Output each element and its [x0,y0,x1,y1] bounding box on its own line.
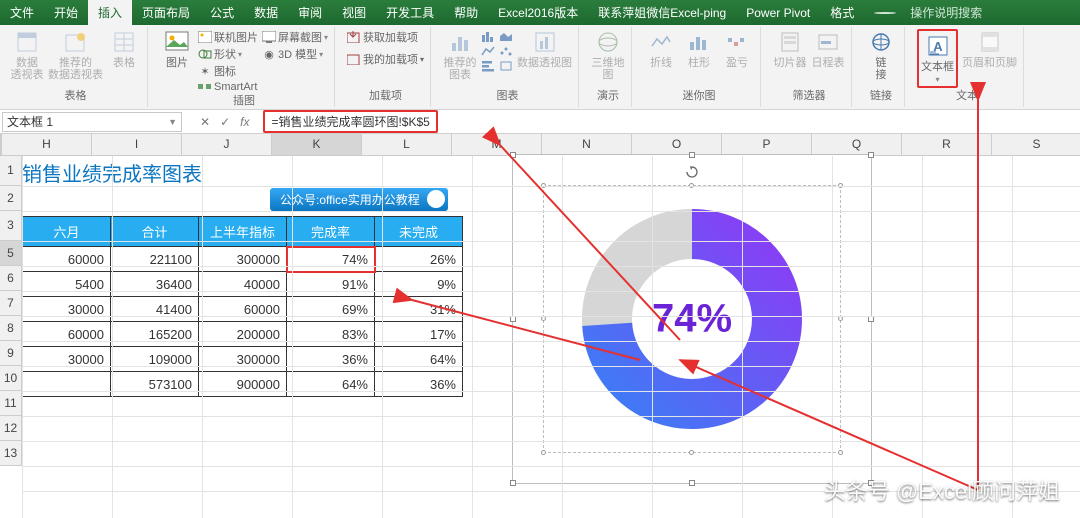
group-sparklines: 折线 柱形 盈亏 迷你图 [638,27,761,107]
chart-bar-button[interactable] [481,59,495,73]
chart-col-button[interactable] [481,29,495,43]
group-addins: 获取加载项 我的加载项▾ 加载项 [341,27,431,107]
row-8[interactable]: 8 [0,316,22,341]
col-N[interactable]: N [542,134,632,156]
row-2[interactable]: 2 [0,186,22,211]
chart-surface-button[interactable] [499,59,513,73]
group-filters: 切片器 日程表 筛选器 [767,27,852,107]
menu-file[interactable]: 文件 [0,0,44,25]
col-L[interactable]: L [362,134,452,156]
link-button[interactable]: 链接 [864,29,898,81]
group-illustrations: 图片 联机图片 形状▾ ✶图标 SmartArt 屏幕截图▾ ◉3D 模型▾ 插… [154,27,335,107]
menu-format[interactable]: 格式 [820,0,864,25]
row-3[interactable]: 3 [0,211,22,241]
row-12[interactable]: 12 [0,416,22,441]
recommend-chart-button[interactable]: 推荐的图表 [443,29,477,81]
col-M[interactable]: M [452,134,542,156]
col-S[interactable]: S [992,134,1080,156]
row-11[interactable]: 11 [0,391,22,416]
row-5[interactable]: 5 [0,241,22,266]
row-13[interactable]: 13 [0,441,22,466]
cancel-icon[interactable]: ✕ [200,115,210,129]
smartart-button[interactable]: SmartArt [198,80,258,94]
col-Q[interactable]: Q [812,134,902,156]
dropdown-icon: ▼ [168,117,177,127]
spark-wl-button[interactable]: 盈亏 [720,29,754,69]
group-tours: 三维地图 演示 [585,27,632,107]
picture-button[interactable]: 图片 [160,29,194,69]
spark-col-button[interactable]: 柱形 [682,29,716,69]
chart-object[interactable]: 74% [512,154,872,484]
menu-wechat[interactable]: 联系萍姐微信Excel-ping [588,0,736,25]
menu-bar: 文件 开始 插入 页面布局 公式 数据 审阅 视图 开发工具 帮助 Excel2… [0,0,1080,25]
pivotchart-button[interactable]: 数据透视图 [517,29,572,69]
menu-devtools[interactable]: 开发工具 [376,0,444,25]
menu-review[interactable]: 审阅 [288,0,332,25]
menu-insert[interactable]: 插入 [88,0,132,25]
chart-area-button[interactable] [499,29,513,43]
col-R[interactable]: R [902,134,992,156]
screenshot-button[interactable]: 屏幕截图▾ [262,29,328,45]
watermark: 头条号 @Excel顾问萍姐 [824,474,1060,506]
tell-me[interactable]: 操作说明搜索 [864,4,992,21]
col-H[interactable]: H [2,134,92,156]
get-addin-button[interactable]: 获取加载项 [347,29,424,45]
row-7[interactable]: 7 [0,291,22,316]
data-table: 六月合计上半年指标完成率未完成6000022110030000074%26%54… [22,216,463,397]
chart-line-button[interactable] [481,44,495,58]
group-charts: 推荐的图表 数据透视图 图表 [437,27,579,107]
row-6[interactable]: 6 [0,266,22,291]
wechat-tag: 公众号:office实用办公教程 [270,188,448,211]
group-text: A文本框▾ 页眉和页脚 文本 [911,27,1024,107]
pivottable-button[interactable]: 数据透视表 [10,29,44,81]
textbox-button[interactable]: A文本框▾ [917,29,958,88]
headerfooter-button[interactable]: 页眉和页脚 [962,29,1017,69]
menu-excel2016[interactable]: Excel2016版本 [488,0,588,25]
recommend-pivot-button[interactable]: 推荐的数据透视表 [48,29,103,81]
rotate-handle[interactable] [686,166,698,178]
worksheet[interactable]: 1235678910111213 销售业绩完成率图表 公众号:office实用办… [0,156,1080,518]
formula-input[interactable]: =销售业绩完成率圆环图!$K$5 [257,110,1080,133]
col-J[interactable]: J [182,134,272,156]
row-10[interactable]: 10 [0,366,22,391]
menu-help[interactable]: 帮助 [444,0,488,25]
ribbon: 数据透视表 推荐的数据透视表 表格 表格 图片 联机图片 形状▾ ✶图标 Sma… [0,25,1080,110]
column-headers: HIJKLMNOPQRST [0,134,1080,156]
menu-data[interactable]: 数据 [244,0,288,25]
spark-line-button[interactable]: 折线 [644,29,678,69]
col-K[interactable]: K [272,134,362,156]
menu-powerpivot[interactable]: Power Pivot [736,0,820,25]
group-links: 链接 链接 [858,27,905,107]
online-pic-button[interactable]: 联机图片 [198,29,258,45]
col-I[interactable]: I [92,134,182,156]
menu-view[interactable]: 视图 [332,0,376,25]
row-1[interactable]: 1 [0,156,22,186]
3dmap-button[interactable]: 三维地图 [591,29,625,81]
menu-formulas[interactable]: 公式 [200,0,244,25]
row-headers: 1235678910111213 [0,156,22,518]
3dmodel-button[interactable]: ◉3D 模型▾ [262,46,328,62]
row-9[interactable]: 9 [0,341,22,366]
group-tables: 数据透视表 推荐的数据透视表 表格 表格 [4,27,148,107]
formula-bar: 文本框 1▼ ✕ ✓ fx =销售业绩完成率圆环图!$K$5 [0,110,1080,134]
bulb-icon [874,12,896,14]
menu-pagelayout[interactable]: 页面布局 [132,0,200,25]
icons-button[interactable]: ✶图标 [198,63,258,79]
my-addin-button[interactable]: 我的加载项▾ [347,51,424,67]
shapes-button[interactable]: 形状▾ [198,46,258,62]
grid[interactable]: 销售业绩完成率图表 公众号:office实用办公教程 六月合计上半年指标完成率未… [22,156,1080,518]
table-button[interactable]: 表格 [107,29,141,69]
chart-scatter-button[interactable] [499,44,513,58]
menu-home[interactable]: 开始 [44,0,88,25]
fx-icon[interactable]: fx [240,115,249,129]
name-box[interactable]: 文本框 1▼ [2,112,182,132]
select-all-corner[interactable] [0,134,2,156]
timeline-button[interactable]: 日程表 [811,29,845,69]
percentage-label: 74% [652,297,732,342]
accept-icon[interactable]: ✓ [220,115,230,129]
col-P[interactable]: P [722,134,812,156]
col-O[interactable]: O [632,134,722,156]
slicer-button[interactable]: 切片器 [773,29,807,69]
